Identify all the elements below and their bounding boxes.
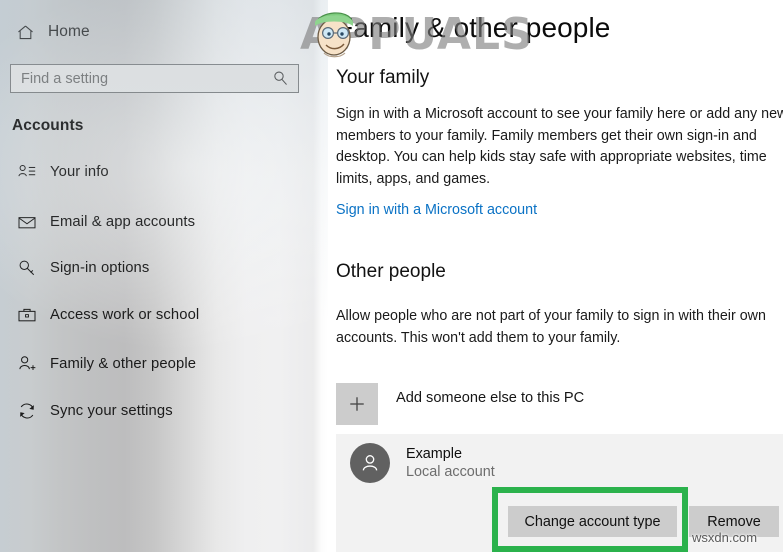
page-title: Family & other people — [336, 12, 611, 43]
sidebar-divider — [313, 0, 328, 552]
sidebar-item-label: Sync your settings — [50, 403, 173, 419]
sidebar-item-label: Sign-in options — [50, 260, 150, 276]
sidebar-item-home-label: Home — [48, 23, 90, 40]
search-input[interactable] — [11, 64, 263, 93]
plus-icon — [336, 383, 378, 425]
person-add-icon — [16, 353, 38, 375]
key-icon — [16, 257, 38, 279]
home-icon — [14, 21, 36, 43]
sidebar-item-label: Access work or school — [50, 307, 200, 323]
mail-icon — [16, 211, 38, 233]
avatar — [350, 443, 390, 483]
sidebar-item-sign-in-options[interactable]: Sign-in options — [10, 251, 300, 285]
briefcase-icon — [16, 304, 38, 326]
account-header: Example Local account — [350, 443, 495, 483]
sidebar-item-label: Family & other people — [50, 356, 197, 372]
account-name: Example — [406, 445, 462, 462]
sync-icon — [16, 400, 38, 422]
add-someone-else-label: Add someone else to this PC — [396, 390, 585, 406]
sidebar-item-email-app-accounts[interactable]: Email & app accounts — [10, 205, 300, 239]
account-text: Example Local account — [406, 445, 495, 482]
other-people-description: Allow people who are not part of your fa… — [336, 308, 766, 346]
person-list-icon — [16, 161, 38, 183]
remove-account-button[interactable]: Remove — [689, 506, 779, 537]
account-card[interactable]: Example Local account Change account typ… — [336, 434, 783, 552]
section-heading-your-family: Your family — [336, 67, 430, 88]
sidebar-item-label: Email & app accounts — [50, 214, 196, 230]
add-someone-else-button[interactable]: Add someone else to this PC — [336, 381, 781, 427]
sidebar-item-home[interactable]: Home — [8, 16, 96, 48]
settings-content: Family & other people Your family Sign i… — [328, 0, 783, 552]
sign-in-microsoft-account-link[interactable]: Sign in with a Microsoft account — [336, 202, 537, 218]
sidebar-item-sync-your-settings[interactable]: Sync your settings — [10, 394, 300, 428]
settings-window: Home Accounts Your — [0, 0, 783, 552]
sidebar-item-label: Your info — [50, 164, 109, 180]
search-icon[interactable] — [272, 70, 289, 92]
section-heading-other-people: Other people — [336, 261, 446, 282]
change-account-type-button[interactable]: Change account type — [508, 506, 677, 537]
sidebar-item-access-work-or-school[interactable]: Access work or school — [10, 298, 300, 332]
your-family-description: Sign in with a Microsoft account to see … — [336, 106, 783, 187]
sidebar-item-family-other-people[interactable]: Family & other people — [10, 347, 300, 381]
account-type: Local account — [406, 463, 495, 480]
search-box[interactable] — [10, 64, 299, 93]
settings-sidebar: Home Accounts Your — [0, 0, 328, 552]
sidebar-item-your-info[interactable]: Your info — [10, 155, 300, 189]
sidebar-section-title: Accounts — [12, 117, 84, 134]
